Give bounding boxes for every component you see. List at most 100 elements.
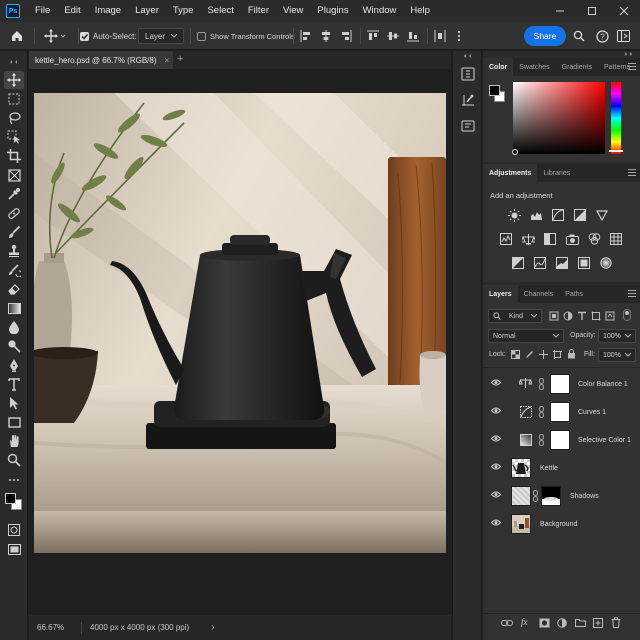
exposure-icon[interactable] — [573, 208, 587, 222]
auto-select-target-dropdown[interactable]: Layer — [138, 28, 184, 44]
frame-tool-icon[interactable] — [4, 166, 24, 184]
more-tools-icon[interactable] — [4, 471, 24, 489]
canvas-area[interactable] — [29, 69, 451, 615]
align-vertical-centers-icon[interactable] — [387, 22, 399, 50]
threshold-icon[interactable] — [555, 256, 569, 270]
menu-image[interactable]: Image — [88, 0, 128, 22]
rectangle-tool-icon[interactable] — [4, 413, 24, 431]
visibility-eye-icon[interactable] — [491, 519, 501, 526]
menu-select[interactable]: Select — [200, 0, 240, 22]
tab-libraries[interactable]: Libraries — [537, 164, 576, 182]
layer-name[interactable]: Selective Color 1 — [578, 437, 631, 444]
properties-panel-icon[interactable] — [459, 117, 477, 135]
quick-mask-icon[interactable] — [4, 521, 24, 539]
tab-channels[interactable]: Channels — [518, 285, 560, 303]
menu-filter[interactable]: Filter — [241, 0, 276, 22]
add-layer-mask-icon[interactable] — [539, 618, 550, 628]
crop-tool-icon[interactable] — [4, 147, 24, 165]
layer-mask-thumbnail[interactable] — [541, 486, 561, 506]
menu-window[interactable]: Window — [356, 0, 404, 22]
lasso-tool-icon[interactable] — [4, 109, 24, 127]
layer-name[interactable]: Background — [540, 521, 577, 528]
new-layer-icon[interactable] — [593, 618, 603, 628]
actions-panel-icon[interactable] — [459, 91, 477, 109]
visibility-eye-icon[interactable] — [491, 379, 501, 386]
auto-select-checkbox[interactable] — [80, 22, 89, 50]
filter-pixel-icon[interactable] — [549, 311, 559, 321]
move-tool-preset-icon[interactable] — [44, 22, 66, 50]
history-panel-icon[interactable] — [459, 65, 477, 83]
new-group-icon[interactable] — [575, 618, 586, 627]
move-tool-icon[interactable] — [4, 71, 24, 89]
filter-toggle[interactable] — [623, 309, 631, 321]
align-right-edges-icon[interactable] — [340, 22, 352, 50]
lock-artboard-icon[interactable] — [553, 350, 562, 359]
clone-stamp-tool-icon[interactable] — [4, 242, 24, 260]
layer-row-kettle[interactable]: Kettle — [483, 454, 640, 482]
history-brush-tool-icon[interactable] — [4, 261, 24, 279]
layer-row-color-balance[interactable]: Color Balance 1 — [483, 370, 640, 398]
channel-mixer-icon[interactable] — [587, 232, 601, 246]
color-balance-adjustment-icon[interactable] — [521, 232, 535, 246]
vibrance-icon[interactable] — [595, 208, 609, 222]
layer-filter-dropdown[interactable]: Kind — [488, 309, 542, 323]
layer-mask-thumbnail[interactable] — [550, 402, 570, 422]
new-tab-icon[interactable]: + — [177, 53, 183, 65]
maximize-icon[interactable] — [576, 0, 608, 22]
screen-mode-icon[interactable] — [4, 540, 24, 558]
visibility-eye-icon[interactable] — [491, 463, 501, 470]
filter-smart-object-icon[interactable] — [605, 311, 615, 321]
layer-mask-thumbnail[interactable] — [550, 430, 570, 450]
document-canvas[interactable] — [34, 93, 446, 553]
align-top-edges-icon[interactable] — [367, 22, 379, 50]
filter-adjustment-icon[interactable] — [563, 311, 573, 321]
eraser-tool-icon[interactable] — [4, 280, 24, 298]
visibility-eye-icon[interactable] — [491, 491, 501, 498]
search-icon[interactable] — [573, 22, 585, 50]
new-adjustment-layer-icon[interactable] — [557, 618, 567, 628]
layer-row-background[interactable]: Background — [483, 510, 640, 538]
link-layers-icon[interactable] — [501, 619, 513, 627]
help-icon[interactable]: ? — [596, 22, 609, 50]
posterize-icon[interactable] — [533, 256, 547, 270]
layer-thumbnail[interactable] — [511, 514, 531, 534]
minimize-icon[interactable] — [544, 0, 576, 22]
collapse-right-panels-icon[interactable] — [624, 51, 634, 57]
layer-mask-link-icon[interactable] — [539, 434, 544, 446]
layer-name[interactable]: Curves 1 — [578, 409, 606, 416]
selective-color-adjustment-icon[interactable] — [577, 256, 591, 270]
menu-edit[interactable]: Edit — [57, 0, 87, 22]
layer-style-button[interactable]: fx — [521, 617, 528, 627]
brightness-contrast-icon[interactable] — [507, 208, 521, 222]
tab-adjustments[interactable]: Adjustments — [483, 164, 538, 182]
menu-type[interactable]: Type — [166, 0, 201, 22]
layer-row-curves[interactable]: Curves 1 — [483, 398, 640, 426]
color-lookup-icon[interactable] — [609, 232, 623, 246]
close-window-icon[interactable] — [608, 0, 640, 22]
distribute-icon[interactable] — [434, 22, 446, 50]
align-bottom-edges-icon[interactable] — [407, 22, 419, 50]
invert-icon[interactable] — [511, 256, 525, 270]
layer-thumbnail[interactable] — [511, 486, 531, 506]
hue-slider-thumb[interactable] — [609, 150, 623, 152]
layer-row-shadows[interactable]: Shadows — [483, 482, 640, 510]
layers-panel-menu-icon[interactable] — [628, 290, 636, 299]
close-tab-icon[interactable]: × — [165, 56, 170, 65]
blur-tool-icon[interactable] — [4, 318, 24, 336]
gradient-tool-icon[interactable] — [4, 299, 24, 317]
dodge-tool-icon[interactable] — [4, 337, 24, 355]
layer-mask-link-icon[interactable] — [533, 490, 538, 502]
eyedropper-tool-icon[interactable] — [4, 185, 24, 203]
photo-filter-icon[interactable] — [565, 232, 579, 246]
layer-row-selective-color[interactable]: Selective Color 1 — [483, 426, 640, 454]
visibility-eye-icon[interactable] — [491, 435, 501, 442]
layer-name[interactable]: Shadows — [570, 493, 599, 500]
collapse-toolbar-icon[interactable] — [4, 53, 24, 71]
menu-layer[interactable]: Layer — [128, 0, 166, 22]
align-horizontal-centers-icon[interactable] — [320, 22, 332, 50]
transform-controls-checkbox[interactable] — [197, 22, 206, 50]
tab-paths[interactable]: Paths — [559, 285, 589, 303]
foreground-color-swatch[interactable] — [5, 493, 16, 504]
marquee-tool-icon[interactable] — [4, 90, 24, 108]
collapse-panels-icon[interactable] — [459, 51, 477, 61]
